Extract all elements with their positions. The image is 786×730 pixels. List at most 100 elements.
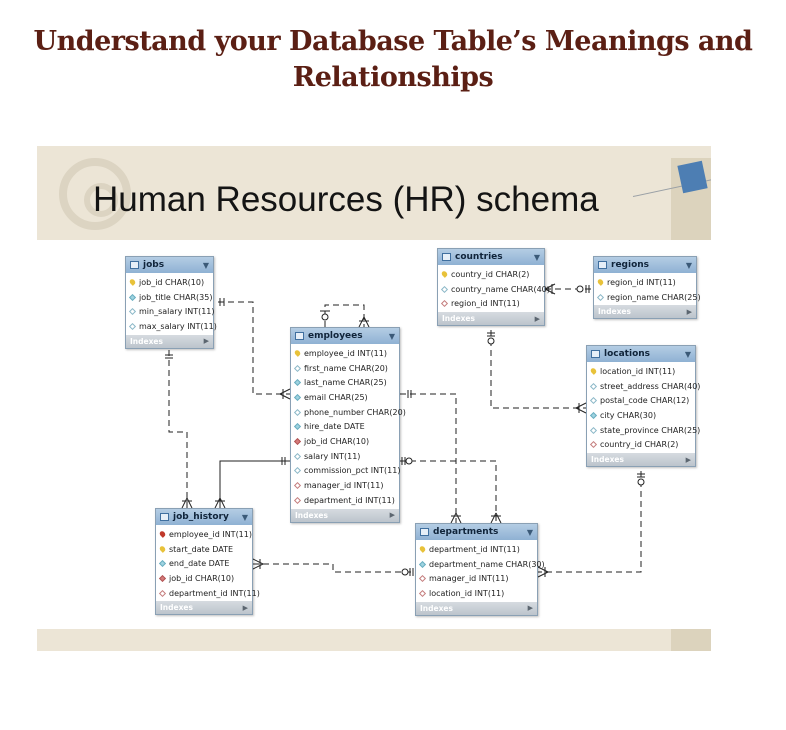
table-column[interactable]: hire_date DATE [291,419,399,434]
column-label: department_id INT(11) [429,544,520,554]
table-header[interactable]: regions ▼ [594,257,696,273]
indexes-bar[interactable]: Indexes ▶ [126,334,213,348]
schema-banner: Human Resources (HR) schema [37,146,711,240]
primary-key-icon [418,545,427,554]
indexes-bar[interactable]: Indexes ▶ [291,508,399,522]
table-column[interactable]: job_id CHAR(10) [291,434,399,449]
table-column[interactable]: max_salary INT(11) [126,319,217,334]
table-column[interactable]: country_id CHAR(2) [587,437,695,452]
expand-arrow-icon[interactable]: ▶ [390,511,395,519]
column-label: region_id INT(11) [607,277,676,287]
primary-key-icon [293,349,302,358]
column-label: employee_id INT(11) [169,529,252,539]
indexes-bar[interactable]: Indexes ▶ [156,601,252,615]
column-label: country_id CHAR(2) [600,440,679,450]
expand-arrow-icon[interactable]: ▶ [204,337,209,345]
table-header[interactable]: departments ▼ [416,524,537,540]
table-column[interactable]: manager_id INT(11) [416,571,537,586]
column-label: country_id CHAR(2) [451,269,530,279]
column-label: location_id INT(11) [429,588,505,598]
column-label: job_title CHAR(35) [139,292,213,302]
indexes-bar[interactable]: Indexes ▶ [594,305,696,319]
column-label: employee_id INT(11) [304,348,387,358]
table-column[interactable]: street_address CHAR(40) [587,379,700,394]
collapse-caret-icon[interactable]: ▼ [242,513,248,522]
table-column[interactable]: phone_number CHAR(20) [291,405,406,420]
table-column[interactable]: salary INT(11) [291,449,399,464]
expand-arrow-icon[interactable]: ▶ [687,308,692,316]
footer-bar [37,629,711,651]
column-icon [128,293,137,301]
table-employees[interactable]: employees ▼ employee_id INT(11) first_name … [290,327,406,523]
table-column[interactable]: first_name CHAR(20) [291,361,399,376]
table-column[interactable]: job_id CHAR(10) [156,571,252,586]
table-header[interactable]: employees ▼ [291,328,399,344]
indexes-bar[interactable]: Indexes ▶ [416,601,537,615]
table-column[interactable]: department_id INT(11) [416,542,537,557]
table-column[interactable]: location_id INT(11) [416,586,537,601]
indexes-label: Indexes [160,603,193,613]
relation-countries-locations [487,330,587,414]
expand-arrow-icon[interactable]: ▶ [243,604,248,612]
table-column[interactable]: department_name CHAR(30) [416,557,545,572]
collapse-caret-icon[interactable]: ▼ [203,261,209,270]
table-column[interactable]: email CHAR(25) [291,390,399,405]
table-column[interactable]: location_id INT(11) [587,364,695,379]
relation-countries-regions [544,283,593,295]
column-label: end_date DATE [169,559,230,569]
table-locations[interactable]: locations ▼ location_id INT(11) street_addr… [586,345,700,468]
table-column[interactable]: region_name CHAR(25) [594,290,701,305]
table-column[interactable]: end_date DATE [156,556,252,571]
table-regions[interactable]: regions ▼ region_id INT(11) region_name CHA… [593,256,701,320]
table-column[interactable]: job_id CHAR(10) [126,275,213,290]
collapse-caret-icon[interactable]: ▼ [685,350,691,359]
table-departments[interactable]: departments ▼ department_id INT(11) departm… [415,523,545,616]
table-column[interactable]: last_name CHAR(25) [291,375,399,390]
collapse-caret-icon[interactable]: ▼ [534,253,540,262]
table-column[interactable]: state_province CHAR(25) [587,423,700,438]
table-column[interactable]: city CHAR(30) [587,408,695,423]
table-column[interactable]: country_id CHAR(2) [438,267,544,282]
collapse-caret-icon[interactable]: ▼ [686,261,692,270]
column-list: country_id CHAR(2) country_name CHAR(40) r… [438,265,550,312]
indexes-bar[interactable]: Indexes ▶ [587,453,695,467]
table-header[interactable]: countries ▼ [438,249,544,265]
table-countries[interactable]: countries ▼ country_id CHAR(2) country_name… [437,248,550,327]
table-column[interactable]: job_title CHAR(35) [126,290,213,305]
table-job-history[interactable]: job_history ▼ employee_id INT(11) start_dat… [155,508,260,616]
expand-arrow-icon[interactable]: ▶ [535,315,540,323]
table-column[interactable]: commission_pct INT(11) [291,464,401,479]
primary-key-icon [440,270,449,279]
table-name: regions [611,260,650,270]
table-name: job_history [173,512,229,522]
table-column[interactable]: country_name CHAR(40) [438,282,550,297]
column-label: commission_pct INT(11) [304,466,401,476]
table-column[interactable]: region_id INT(11) [438,296,544,311]
table-header[interactable]: job_history ▼ [156,509,252,525]
table-column[interactable]: postal_code CHAR(12) [587,393,695,408]
table-column[interactable]: department_id INT(11) [156,586,260,601]
table-column[interactable]: department_id INT(11) [291,493,399,508]
collapse-caret-icon[interactable]: ▼ [527,528,533,537]
table-column[interactable]: employee_id INT(11) [156,527,252,542]
expand-arrow-icon[interactable]: ▶ [528,604,533,612]
column-label: country_name CHAR(40) [451,284,550,294]
expand-arrow-icon[interactable]: ▶ [686,456,691,464]
indexes-bar[interactable]: Indexes ▶ [438,312,544,326]
column-label: department_name CHAR(30) [429,559,545,569]
column-label: postal_code CHAR(12) [600,396,690,406]
table-jobs[interactable]: jobs ▼ job_id CHAR(10) job_title CHAR(35) mi… [125,256,217,349]
table-column[interactable]: region_id INT(11) [594,275,696,290]
relation-employees-jobhistory [214,457,290,509]
table-column[interactable]: employee_id INT(11) [291,346,399,361]
table-header[interactable]: locations ▼ [587,346,695,362]
collapse-caret-icon[interactable]: ▼ [389,332,395,341]
table-column[interactable]: start_date DATE [156,542,252,557]
table-column[interactable]: manager_id INT(11) [291,478,399,493]
table-name: jobs [143,260,165,270]
column-label: location_id INT(11) [600,366,676,376]
column-label: street_address CHAR(40) [600,381,701,391]
table-icon [442,253,451,261]
table-column[interactable]: min_salary INT(11) [126,304,215,319]
table-header[interactable]: jobs ▼ [126,257,213,273]
